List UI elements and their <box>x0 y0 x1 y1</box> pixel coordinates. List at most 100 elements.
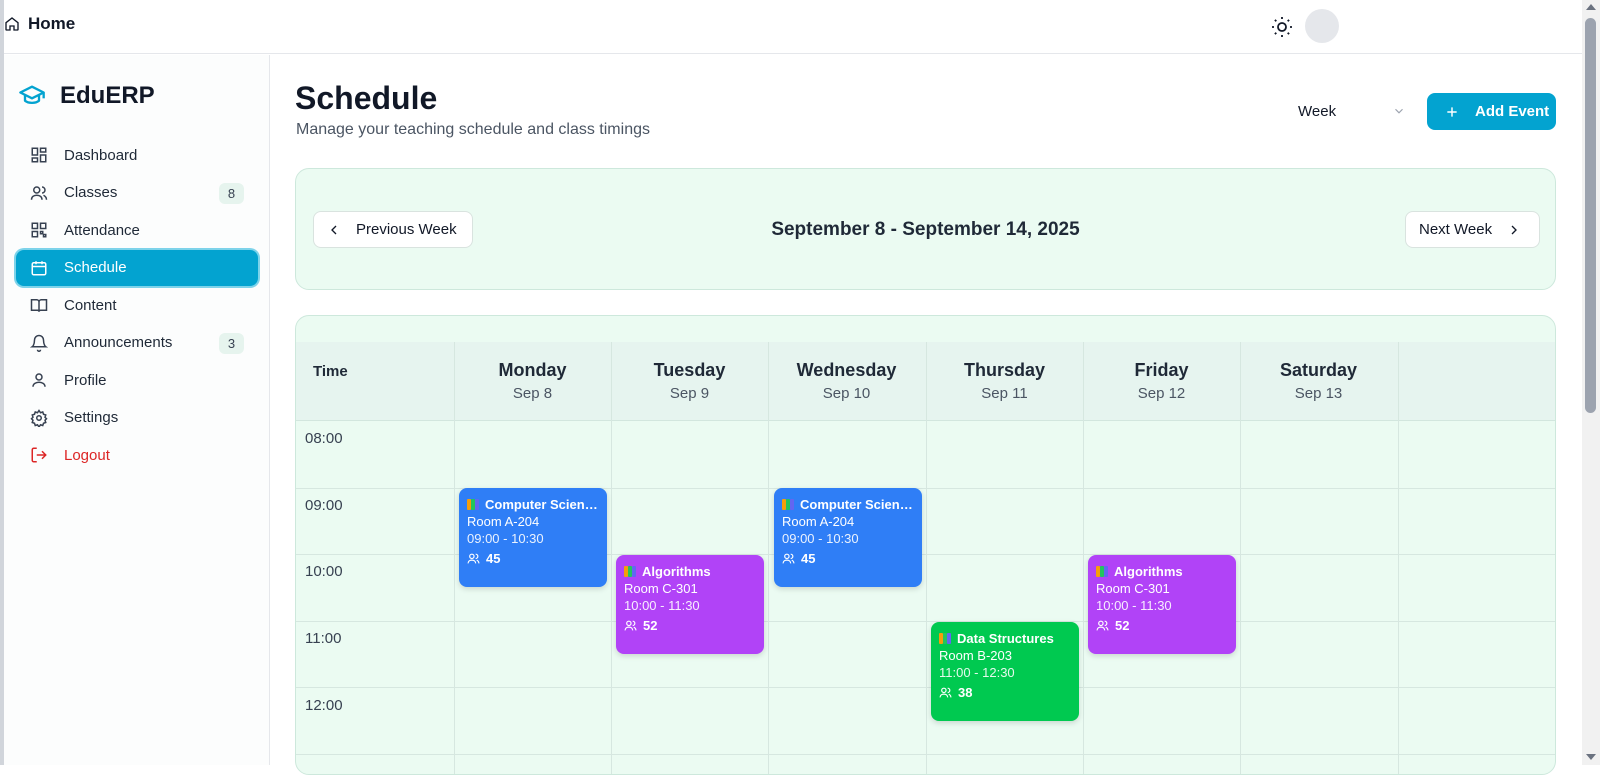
books-icon <box>939 632 952 645</box>
event-students: 38 <box>939 685 1071 700</box>
event-students: 45 <box>782 551 914 566</box>
sidebar-item-schedule[interactable]: Schedule <box>16 249 258 286</box>
day-date: Sep 13 <box>1294 385 1343 402</box>
sidebar-item-label: Dashboard <box>64 146 138 164</box>
day-name: Friday <box>1134 360 1189 380</box>
student-count: 52 <box>1115 618 1130 633</box>
add-event-label: Add Event <box>1475 103 1550 120</box>
sidebar-item-logout[interactable]: Logout <box>16 437 258 473</box>
student-count: 45 <box>486 551 501 566</box>
sidebar-item-announcements[interactable]: Announcements 3 <box>16 325 258 361</box>
event-room: Room C-301 <box>624 581 698 596</box>
calendar-grid: Time Monday Sep 8 Tuesday Sep 9 Wednesda… <box>295 315 1556 775</box>
day-header-monday: Monday Sep 8 <box>454 360 611 402</box>
user-icon <box>32 373 46 387</box>
column-divider <box>1083 342 1084 774</box>
event-students: 52 <box>624 618 756 633</box>
event-title-row: Algorithms <box>1096 563 1228 580</box>
day-date: Sep 9 <box>669 385 710 402</box>
column-divider <box>768 342 769 774</box>
week-navigation: Previous Week September 8 - September 14… <box>295 168 1556 290</box>
sidebar-item-profile[interactable]: Profile <box>16 362 258 398</box>
day-name: Monday <box>498 360 567 380</box>
student-count: 45 <box>801 551 816 566</box>
time-slot-label: 11:00 <box>305 630 342 647</box>
home-link[interactable]: Home <box>4 14 75 34</box>
users-icon <box>30 185 48 200</box>
column-divider <box>1398 342 1399 774</box>
qr-icon <box>31 222 47 238</box>
sidebar-nav: Dashboard Classes 8 Attendance Schedule … <box>16 137 258 475</box>
graduation-cap-icon <box>19 85 45 105</box>
event-title: Algorithms <box>1114 564 1183 579</box>
day-header-thursday: Thursday Sep 11 <box>926 360 1083 402</box>
home-icon <box>5 17 19 31</box>
event-title-row: Computer Science 101 <box>782 496 914 513</box>
event-time: 09:00 - 10:30 <box>467 531 544 546</box>
day-date: Sep 12 <box>1137 385 1186 402</box>
student-count: 52 <box>643 618 658 633</box>
time-slot-label: 08:00 <box>305 430 343 447</box>
hour-row-divider <box>296 621 1555 622</box>
event-card[interactable]: Algorithms Room C-301 10:00 - 11:30 52 <box>1088 555 1236 654</box>
hour-row-divider <box>296 687 1555 688</box>
books-icon <box>782 498 795 511</box>
sidebar-item-settings[interactable]: Settings <box>16 400 258 436</box>
column-divider <box>454 342 455 774</box>
sidebar-item-classes[interactable]: Classes 8 <box>16 175 258 211</box>
sidebar-item-label: Content <box>64 296 117 314</box>
add-event-button[interactable]: Add Event <box>1427 93 1556 130</box>
event-card[interactable]: Computer Science 101 Room A-204 09:00 - … <box>459 488 607 587</box>
view-select[interactable]: Week <box>1286 93 1416 129</box>
event-title-row: Computer Science 101 <box>467 496 599 513</box>
chevron-down-icon <box>1395 108 1403 114</box>
event-card[interactable]: Computer Science 101 Room A-204 09:00 - … <box>774 488 922 587</box>
event-title-row: Algorithms <box>624 563 756 580</box>
student-count: 38 <box>958 685 973 700</box>
day-date: Sep 8 <box>512 385 553 402</box>
count-badge: 3 <box>219 332 244 354</box>
event-room: Room C-301 <box>1096 581 1170 596</box>
sidebar-item-dashboard[interactable]: Dashboard <box>16 137 258 173</box>
event-time: 09:00 - 10:30 <box>782 531 859 546</box>
event-card[interactable]: Data Structures Room B-203 11:00 - 12:30… <box>931 622 1079 721</box>
sidebar-item-attendance[interactable]: Attendance <box>16 212 258 248</box>
dashboard-icon <box>31 147 47 163</box>
scroll-down-arrow-icon[interactable] <box>1586 754 1596 760</box>
event-room: Room B-203 <box>939 648 1012 663</box>
day-name: Saturday <box>1279 360 1358 380</box>
time-slot-label: 09:00 <box>305 497 343 514</box>
home-label: Home <box>28 14 76 33</box>
event-room: Room A-204 <box>467 514 540 529</box>
event-card[interactable]: Algorithms Room C-301 10:00 - 11:30 52 <box>616 555 764 654</box>
hour-row-divider <box>296 754 1555 755</box>
sidebar-item-label: Attendance <box>64 221 140 239</box>
next-week-button[interactable]: Next Week <box>1405 211 1540 248</box>
next-week-label: Next Week <box>1419 221 1493 238</box>
calendar-icon <box>31 260 47 275</box>
day-header-wednesday: Wednesday Sep 10 <box>768 360 925 402</box>
users-icon <box>1096 620 1109 631</box>
brand[interactable]: EduERP <box>16 82 155 110</box>
sidebar-item-content[interactable]: Content <box>16 287 258 323</box>
time-column-header: Time <box>313 363 348 380</box>
event-title: Algorithms <box>642 564 711 579</box>
sidebar-item-label: Schedule <box>64 259 127 276</box>
event-time: 10:00 - 11:30 <box>624 598 700 613</box>
scroll-up-arrow-icon[interactable] <box>1586 4 1596 10</box>
count-badge: 8 <box>219 182 244 204</box>
scrollbar-thumb[interactable] <box>1585 18 1596 413</box>
user-avatar[interactable] <box>1305 9 1339 43</box>
page-subtitle: Manage your teaching schedule and class … <box>296 121 650 138</box>
sidebar-item-label: Logout <box>64 446 110 464</box>
time-slot-label: 10:00 <box>305 563 343 580</box>
users-icon <box>467 553 480 564</box>
day-name: Thursday <box>963 360 1046 380</box>
books-icon <box>467 498 480 511</box>
column-divider <box>611 342 612 774</box>
users-icon <box>624 620 637 631</box>
sidebar-item-label: Settings <box>64 409 119 426</box>
day-header-saturday: Saturday Sep 13 <box>1240 360 1397 402</box>
chevron-right-icon <box>1511 225 1518 234</box>
theme-toggle-sun-icon[interactable] <box>1270 15 1294 39</box>
